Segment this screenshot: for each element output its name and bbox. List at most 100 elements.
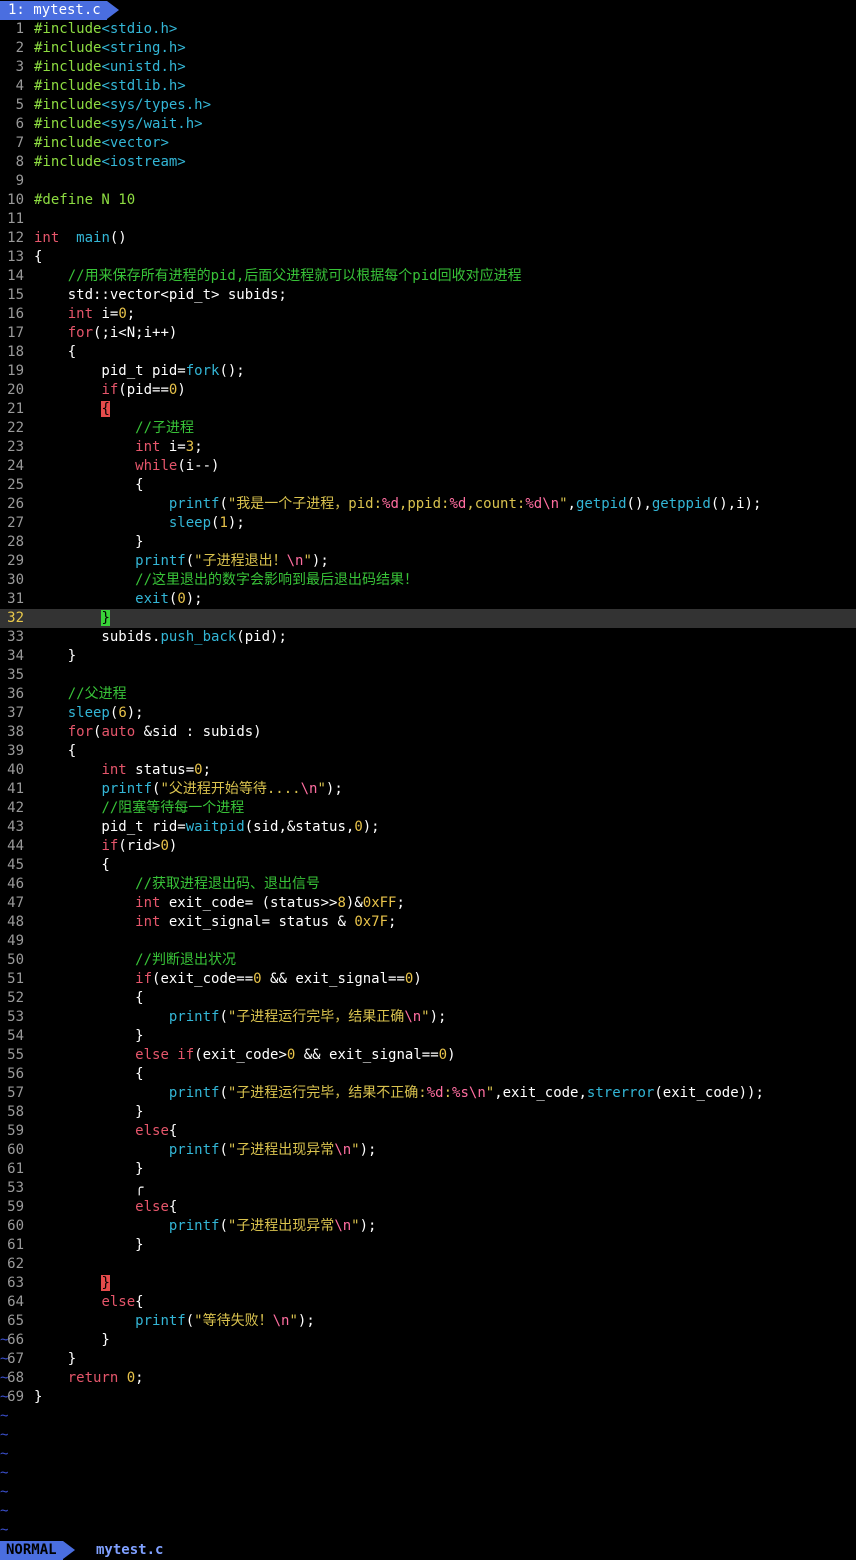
code-line[interactable]: 19 pid_t pid=fork(); (0, 362, 856, 381)
code-line[interactable]: 61 } (0, 1160, 856, 1179)
code-line[interactable]: 26 printf("我是一个子进程，pid:%d,ppid:%d,count:… (0, 495, 856, 514)
code-token: else (135, 1123, 169, 1139)
code-line[interactable]: 63 } (0, 1274, 856, 1293)
code-line[interactable]: 68 return 0; (0, 1369, 856, 1388)
code-line[interactable]: 2 #include<string.h> (0, 39, 856, 58)
code-line[interactable]: 69} (0, 1388, 856, 1407)
code-line[interactable]: 47 int exit_code= (status>>8)&0xFF; (0, 894, 856, 913)
code-line[interactable]: 44 if(rid>0) (0, 837, 856, 856)
code-line[interactable]: 11 (0, 210, 856, 229)
code-token: if (101, 382, 119, 398)
code-token: "子进程出现异常 (227, 1142, 335, 1158)
code-line[interactable]: 35 (0, 666, 856, 685)
code-line[interactable]: 14 //用来保存所有进程的pid,后面父进程就可以根据每个pid回收对应进程 (0, 267, 856, 286)
code-line[interactable]: 23 int i=3; (0, 438, 856, 457)
code-line[interactable]: 64 else{ (0, 1293, 856, 1312)
code-line[interactable]: 28 } (0, 533, 856, 552)
code-line[interactable]: 54 } (0, 1027, 856, 1046)
code-line[interactable]: 61 } (0, 1236, 856, 1255)
code-line[interactable]: 9 (0, 172, 856, 191)
code-token: int (135, 895, 161, 911)
code-line[interactable]: 34 } (0, 647, 856, 666)
code-line[interactable]: 39 { (0, 742, 856, 761)
code-line[interactable]: 41 printf("父进程开始等待....\n"); (0, 780, 856, 799)
code-line[interactable]: 42 //阻塞等待每一个进程 (0, 799, 856, 818)
code-line[interactable]: 58 } (0, 1103, 856, 1122)
code-line[interactable]: 53 ╭ (0, 1179, 856, 1198)
code-line[interactable]: 6 #include<sys/wait.h> (0, 115, 856, 134)
code-line[interactable]: 65 printf("等待失败！\n"); (0, 1312, 856, 1331)
code-token: "等待失败！ (194, 1313, 273, 1329)
code-line[interactable]: 49 (0, 932, 856, 951)
end-of-buffer-markers: ~ ~ ~ ~ ~ ~ ~ ~ ~ ~ ~ (0, 1331, 8, 1540)
code-token: <stdio.h> (101, 21, 178, 37)
code-line[interactable]: 17 for(;i<N;i++) (0, 324, 856, 343)
code-line[interactable]: 15 std::vector<pid_t> subids; (0, 286, 856, 305)
code-line[interactable]: 7 #include<vector> (0, 134, 856, 153)
code-line[interactable]: 33 subids.push_back(pid); (0, 628, 856, 647)
code-token: 3 (185, 439, 195, 455)
code-line[interactable]: 27 sleep(1); (0, 514, 856, 533)
code-line[interactable]: 46 //获取进程退出码、退出信号 (0, 875, 856, 894)
tab-mytest[interactable]: 1: mytest.c (0, 1, 107, 20)
code-token: { (168, 1199, 178, 1215)
code-token: i= (160, 439, 186, 455)
code-line[interactable]: 60 printf("子进程出现异常\n"); (0, 1217, 856, 1236)
code-line[interactable]: 3 #include<unistd.h> (0, 58, 856, 77)
code-line[interactable]: 18 { (0, 343, 856, 362)
code-line[interactable]: 10 #define N 10 (0, 191, 856, 210)
code-line[interactable]: 59 else{ (0, 1122, 856, 1141)
code-line[interactable]: 20 if(pid==0) (0, 381, 856, 400)
code-line[interactable]: 51 if(exit_code==0 && exit_signal==0) (0, 970, 856, 989)
code-line[interactable]: 59 else{ (0, 1198, 856, 1217)
code-token: printf (168, 1218, 220, 1234)
code-line[interactable]: 31 exit(0); (0, 590, 856, 609)
code-line[interactable]: 32 } (0, 609, 856, 628)
code-line[interactable]: 45 { (0, 856, 856, 875)
code-line[interactable]: 66 } (0, 1331, 856, 1350)
code-line[interactable]: 29 printf("子进程退出！\n"); (0, 552, 856, 571)
code-line[interactable]: 57 printf("子进程运行完毕，结果不正确:%d:%s\n",exit_c… (0, 1084, 856, 1103)
code-line[interactable]: 22 //子进程 (0, 419, 856, 438)
line-number: 6 (15, 116, 24, 132)
code-line[interactable]: 60 printf("子进程出现异常\n"); (0, 1141, 856, 1160)
code-line[interactable]: 5 #include<sys/types.h> (0, 96, 856, 115)
code-line[interactable]: 52 { (0, 989, 856, 1008)
code-line[interactable]: 1 #include<stdio.h> (0, 20, 856, 39)
line-number: 11 (7, 211, 24, 227)
code-line[interactable]: 8 #include<iostream> (0, 153, 856, 172)
code-line[interactable]: 53 printf("子进程运行完毕，结果正确\n"); (0, 1008, 856, 1027)
code-line[interactable]: 21 { (0, 400, 856, 419)
code-line[interactable]: 40 int status=0; (0, 761, 856, 780)
code-line[interactable]: 16 int i=0; (0, 305, 856, 324)
code-editor[interactable]: 1 #include<stdio.h> 2 #include<string.h> 3 #i… (0, 20, 856, 1407)
code-token: exit (135, 591, 169, 607)
code-line[interactable]: 4 #include<stdlib.h> (0, 77, 856, 96)
code-line[interactable]: 50 //判断退出状况 (0, 951, 856, 970)
code-line[interactable]: 55 else if(exit_code>0 && exit_signal==0… (0, 1046, 856, 1065)
code-token: ,ppid: (398, 496, 450, 512)
code-token: () (109, 230, 127, 246)
code-line[interactable]: 13 { (0, 248, 856, 267)
code-line[interactable]: 67 } (0, 1350, 856, 1369)
code-line[interactable]: 38 for(auto &sid : subids) (0, 723, 856, 742)
code-line[interactable]: 25 { (0, 476, 856, 495)
code-line[interactable]: 24 while(i--) (0, 457, 856, 476)
code-line[interactable]: 30 //这里退出的数字会影响到最后退出码结果！ (0, 571, 856, 590)
line-number: 64 (7, 1294, 24, 1310)
code-token: { (34, 344, 77, 360)
code-line[interactable]: 62 (0, 1255, 856, 1274)
code-line[interactable]: 48 int exit_signal= status & 0x7F; (0, 913, 856, 932)
code-line[interactable]: 12 int main() (0, 229, 856, 248)
code-line[interactable]: 36 //父进程 (0, 685, 856, 704)
code-line[interactable]: 56 { (0, 1065, 856, 1084)
code-line[interactable]: 37 sleep(6); (0, 704, 856, 723)
line-number: 32 (7, 610, 24, 626)
code-token: int (67, 306, 94, 322)
code-line[interactable]: 43 pid_t rid=waitpid(sid,&status,0); (0, 818, 856, 837)
